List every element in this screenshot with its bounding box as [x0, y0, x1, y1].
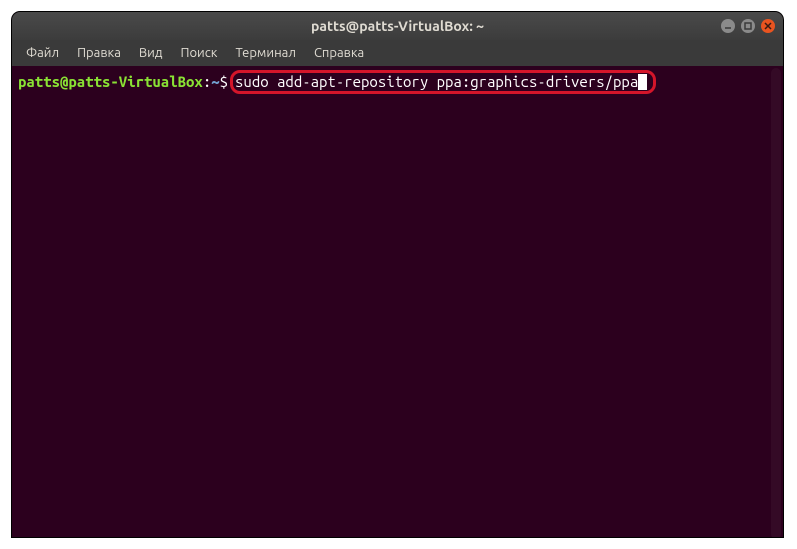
prompt-dollar: $ — [220, 73, 228, 91]
scrollbar-track[interactable] — [769, 66, 783, 537]
prompt-colon: : — [203, 73, 211, 91]
menu-terminal[interactable]: Терминал — [227, 43, 303, 63]
terminal-window: patts@patts-VirtualBox: ~ Файл Правка Ви… — [12, 12, 783, 537]
prompt-line: patts@patts-VirtualBox:~$ sudo add-apt-r… — [18, 70, 777, 94]
minimize-button[interactable] — [721, 19, 735, 33]
menu-search[interactable]: Поиск — [172, 43, 225, 63]
window-title: patts@patts-VirtualBox: ~ — [311, 18, 484, 34]
close-icon — [764, 22, 772, 30]
prompt-user-host: patts@patts-VirtualBox — [18, 73, 203, 91]
cursor-icon — [638, 74, 647, 90]
menubar: Файл Правка Вид Поиск Терминал Справка — [12, 40, 783, 66]
terminal-area[interactable]: patts@patts-VirtualBox:~$ sudo add-apt-r… — [12, 66, 783, 537]
command-text: sudo add-apt-repository ppa:graphics-dri… — [235, 73, 638, 90]
menu-help[interactable]: Справка — [306, 43, 372, 63]
maximize-button[interactable] — [741, 19, 755, 33]
scrollbar-thumb[interactable] — [771, 68, 781, 537]
minimize-icon — [724, 22, 732, 30]
menu-file[interactable]: Файл — [18, 43, 67, 63]
titlebar: patts@patts-VirtualBox: ~ — [12, 12, 783, 40]
close-button[interactable] — [761, 19, 775, 33]
command-highlight: sudo add-apt-repository ppa:graphics-dri… — [230, 70, 656, 94]
maximize-icon — [744, 22, 752, 30]
menu-edit[interactable]: Правка — [69, 43, 129, 63]
menu-view[interactable]: Вид — [131, 43, 171, 63]
prompt-path: ~ — [211, 73, 219, 91]
window-controls — [721, 19, 775, 33]
